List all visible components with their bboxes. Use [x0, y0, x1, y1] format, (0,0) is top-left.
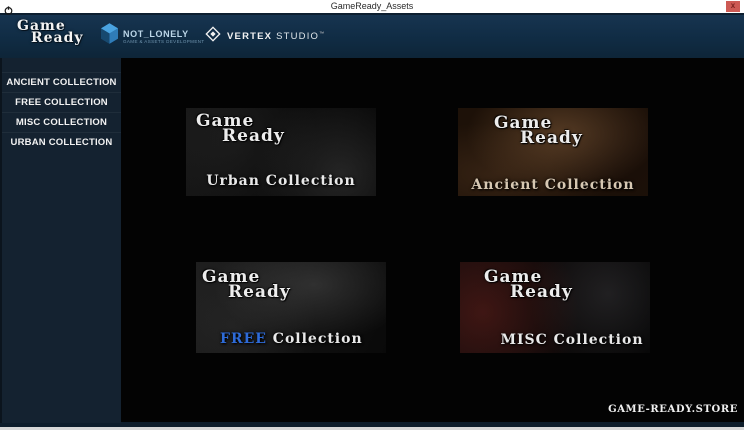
vertex-tm: ™	[319, 31, 325, 37]
thumb-logo-line2: Ready	[222, 129, 376, 144]
gallery: Game Ready Urban Collection Game Ready A…	[121, 58, 744, 423]
sidebar-item-ancient-collection[interactable]: ANCIENT COLLECTION	[2, 72, 121, 92]
sidebar-items: ANCIENT COLLECTION FREE COLLECTION MISC …	[2, 72, 121, 152]
sidebar-item-free-collection[interactable]: FREE COLLECTION	[2, 92, 121, 112]
notlonely-subtitle: GAME & ASSETS DEVELOPMENT	[123, 39, 205, 44]
thumb-title: Ancient Collection	[458, 177, 648, 193]
notlonely-logo[interactable]: NOT_LONELY GAME & ASSETS DEVELOPMENT	[101, 23, 205, 49]
close-button[interactable]: x	[726, 1, 740, 12]
titlebar: GameReady_Assets x	[0, 0, 744, 13]
app-window: GameReady_Assets x Game Ready NOT_LONELY…	[0, 0, 744, 430]
thumb-title: Urban Collection	[186, 173, 376, 189]
store-url-label: GAME-READY.STORE	[608, 404, 738, 415]
thumb-logo-line2: Ready	[520, 131, 648, 146]
vertex-name: VERTEX	[227, 31, 272, 42]
thumb-title: FREE Collection	[196, 331, 386, 347]
thumbnail-ancient-collection[interactable]: Game Ready Ancient Collection	[458, 108, 648, 196]
thumb-logo: Game Ready	[458, 108, 648, 146]
gameready-logo: Game Ready	[17, 20, 84, 44]
sidebar-item-urban-collection[interactable]: URBAN COLLECTION	[2, 132, 121, 152]
thumb-logo: Game Ready	[196, 262, 386, 300]
thumbnail-urban-collection[interactable]: Game Ready Urban Collection	[186, 108, 376, 196]
sidebar-item-misc-collection[interactable]: MISC COLLECTION	[2, 112, 121, 132]
thumb-logo: Game Ready	[186, 108, 376, 144]
notlonely-name: NOT_LONELY	[123, 29, 205, 39]
vertex-diamond-icon	[205, 26, 221, 47]
thumb-logo-line2: Ready	[510, 285, 650, 300]
thumbnail-misc-collection[interactable]: Game Ready MISC Collection	[460, 262, 650, 353]
gameready-logo-line2: Ready	[31, 32, 84, 44]
header: Game Ready NOT_LONELY GAME & ASSETS DEVE…	[0, 13, 744, 58]
vertex-studio-logo[interactable]: VERTEX STUDIO™	[205, 26, 325, 47]
notlonely-polygon-icon	[101, 23, 118, 49]
thumbnail-free-collection[interactable]: Game Ready FREE Collection	[196, 262, 386, 353]
vertex-text: VERTEX STUDIO™	[227, 31, 325, 42]
notlonely-text: NOT_LONELY GAME & ASSETS DEVELOPMENT	[123, 29, 205, 44]
thumb-logo: Game Ready	[460, 262, 650, 300]
sidebar: ANCIENT COLLECTION FREE COLLECTION MISC …	[0, 58, 121, 423]
vertex-studio-word: STUDIO	[276, 31, 319, 42]
thumb-title: MISC Collection	[460, 332, 650, 348]
window-title: GameReady_Assets	[0, 1, 744, 11]
thumb-logo-line2: Ready	[228, 285, 386, 300]
